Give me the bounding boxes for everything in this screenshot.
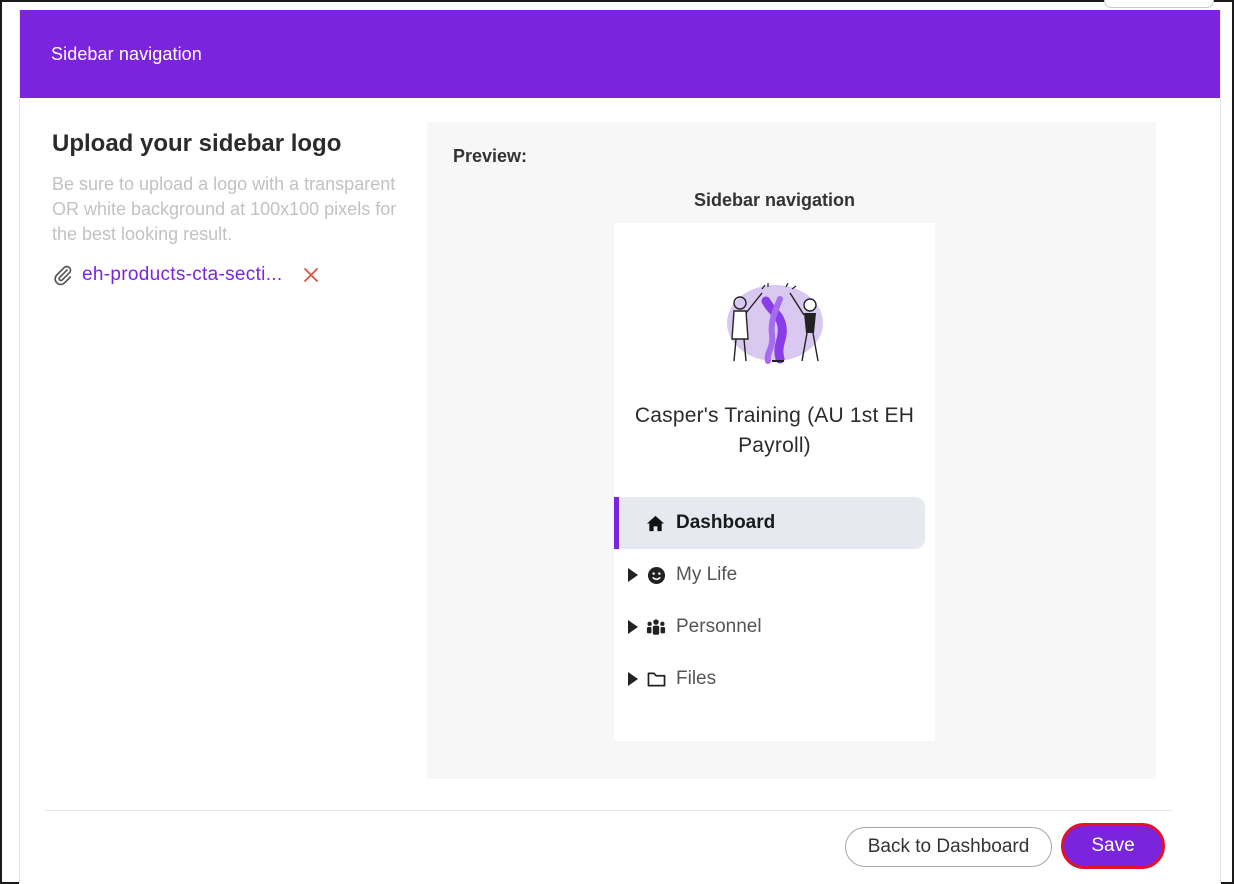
paperclip-icon xyxy=(52,264,74,286)
upload-help-text: Be sure to upload a logo with a transpar… xyxy=(52,174,397,244)
save-button[interactable]: Save xyxy=(1061,823,1165,869)
uploaded-file-row: eh-products-cta-secti... xyxy=(52,261,412,289)
folder-icon xyxy=(646,669,666,689)
users-icon xyxy=(646,617,666,637)
sidebar-item-label: Dashboard xyxy=(676,512,776,533)
sidebar-item-label: Personnel xyxy=(676,616,762,637)
modal-title: Sidebar navigation xyxy=(51,43,202,64)
preview-panel: Preview: Sidebar navigation Casper's Tra… xyxy=(427,122,1156,779)
back-to-dashboard-button[interactable]: Back to Dashboard xyxy=(845,827,1052,867)
upload-title: Upload your sidebar logo xyxy=(52,130,342,157)
footer-divider xyxy=(45,810,1172,811)
sidebar-logo-illustration xyxy=(727,283,823,364)
caret-right-icon[interactable] xyxy=(627,620,639,634)
remove-file-icon[interactable] xyxy=(302,266,320,284)
sidebar-preview-nav: Dashboard My Life Personnel Files xyxy=(614,497,935,705)
sidebar-item-my-life[interactable]: My Life xyxy=(614,549,935,601)
caret-right-icon[interactable] xyxy=(627,568,639,582)
preview-label: Preview: xyxy=(453,146,528,166)
modal-header: Sidebar navigation xyxy=(20,10,1220,98)
smile-icon xyxy=(646,565,666,585)
uploaded-file-link[interactable]: eh-products-cta-secti... xyxy=(82,264,282,286)
sidebar-item-files[interactable]: Files xyxy=(614,653,935,705)
background-window-edge xyxy=(1104,0,1214,8)
sidebar-preview-card: Casper's Training (AU 1st EH Payroll) Da… xyxy=(614,223,935,741)
preview-sidebar-title: Sidebar navigation xyxy=(693,190,856,210)
home-icon xyxy=(645,513,665,533)
sidebar-item-label: My Life xyxy=(676,564,738,585)
sidebar-item-dashboard[interactable]: Dashboard xyxy=(614,497,925,549)
caret-right-icon[interactable] xyxy=(627,672,639,686)
organization-name: Casper's Training (AU 1st EH Payroll) xyxy=(634,404,915,457)
sidebar-item-personnel[interactable]: Personnel xyxy=(614,601,935,653)
sidebar-item-label: Files xyxy=(676,668,717,689)
upload-section: Upload your sidebar logo Be sure to uplo… xyxy=(52,130,412,289)
